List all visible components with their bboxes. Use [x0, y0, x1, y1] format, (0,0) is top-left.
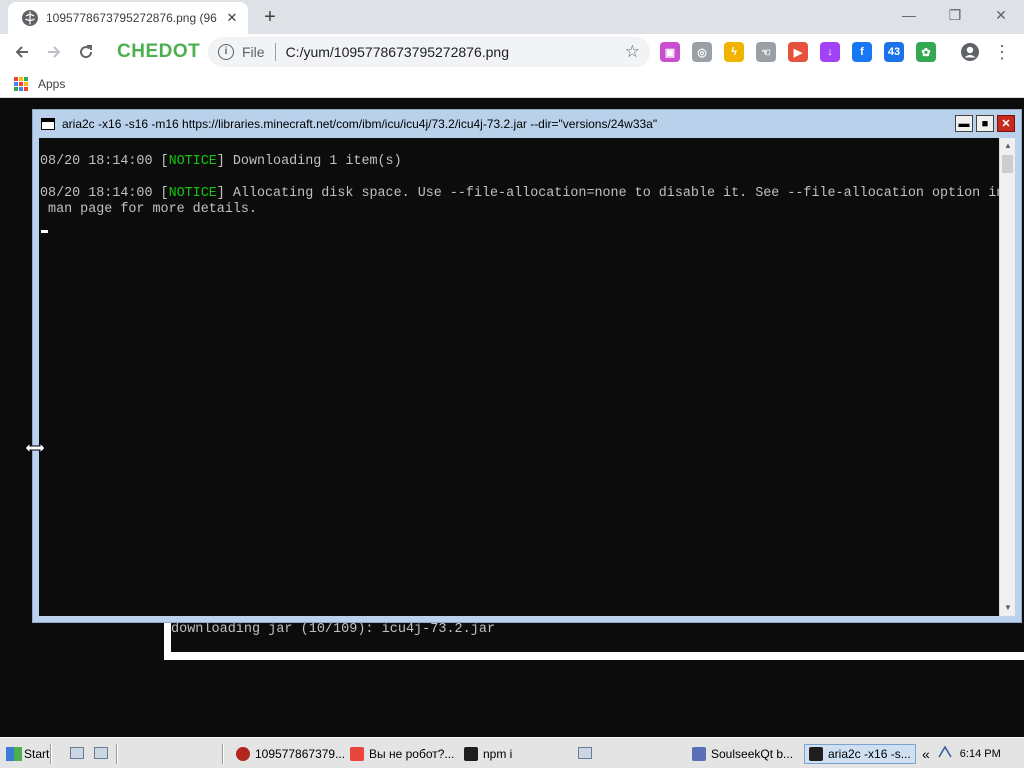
scroll-down-arrow-icon[interactable]: ▼ — [1000, 600, 1016, 616]
network-icon[interactable] — [938, 745, 952, 763]
browser-brand-logo: CHEDOT — [117, 41, 201, 62]
background-console-body: downloading jar (10/109): icu4j-73.2.jar — [171, 620, 1024, 652]
console-close-button[interactable]: ✕ — [997, 115, 1015, 132]
globe-icon — [22, 10, 38, 26]
taskbar-item-browser[interactable]: 109577867379... — [236, 744, 345, 764]
taskbar-item-label: aria2c -x16 -s... — [828, 747, 911, 761]
window-restore-button[interactable]: ❐ — [932, 0, 978, 30]
profile-avatar-icon[interactable] — [958, 40, 982, 64]
tab-close-icon[interactable]: ✕ — [224, 10, 240, 26]
window-minimize-button[interactable]: — — [886, 0, 932, 30]
tray-expand-icon[interactable]: « — [922, 746, 930, 762]
taskbar-item-label: Вы не робот?... — [369, 747, 455, 761]
start-label: Start — [24, 747, 50, 761]
taskbar-item-label: SoulseekQt b... — [711, 747, 794, 761]
resize-cursor-icon — [24, 441, 46, 455]
taskbar-item-label: npm i — [483, 747, 513, 761]
whatsapp-icon[interactable]: ◎ — [692, 42, 712, 62]
quicklaunch-desktop-icon[interactable] — [94, 747, 108, 759]
console-output[interactable]: 08/20 18:14:00 [NOTICE] Downloading 1 it… — [39, 138, 999, 616]
yandex-app-icon — [350, 747, 364, 761]
console-line: man page for more details. — [40, 202, 257, 217]
quicklaunch-explorer-icon[interactable] — [70, 747, 84, 759]
bookmark-star-icon[interactable]: ☆ — [625, 42, 640, 62]
hand-icon[interactable]: ☜ — [756, 42, 776, 62]
console-scrollbar[interactable]: ▲ ▼ — [999, 138, 1015, 616]
console-maximize-button[interactable]: ■ — [976, 115, 994, 132]
address-scheme: File — [242, 44, 265, 60]
gear-ext-icon[interactable]: ✿ — [916, 42, 936, 62]
console-line: 08/20 18:14:00 [NOTICE] Downloading 1 it… — [40, 154, 402, 169]
new-tab-button[interactable]: + — [258, 6, 282, 30]
taskbar-app-icon[interactable] — [578, 747, 592, 759]
tv-extension-icon[interactable]: ▣ — [660, 42, 680, 62]
info-icon[interactable]: i — [218, 44, 234, 60]
apps-grid-icon[interactable] — [14, 77, 28, 91]
console-app-icon — [809, 747, 823, 761]
console-title: aria2c -x16 -s16 -m16 https://libraries.… — [62, 117, 658, 131]
notice-tag: NOTICE — [168, 154, 217, 169]
counter-icon[interactable]: 43 — [884, 42, 904, 62]
browser-toolbar: CHEDOT i File C:/yum/1095778673795272876… — [0, 34, 1024, 70]
soulseek-app-icon — [692, 747, 706, 761]
tab-title: 1095778673795272876.png (96 — [46, 11, 217, 25]
start-logo-icon — [6, 747, 22, 761]
system-tray: « 6:14 PM — [918, 741, 1024, 767]
messenger-icon[interactable]: ϟ — [724, 42, 744, 62]
taskbar-item-label: 109577867379... — [255, 747, 346, 761]
console-title-bar[interactable]: aria2c -x16 -s16 -m16 https://libraries.… — [33, 110, 1021, 138]
facebook-icon[interactable]: f — [852, 42, 872, 62]
console-cursor — [41, 230, 48, 233]
video-icon[interactable]: ▶ — [788, 42, 808, 62]
background-console-window[interactable]: downloading jar (10/109): icu4j-73.2.jar — [164, 620, 1024, 660]
browser-tab[interactable]: 1095778673795272876.png (96 ✕ — [8, 2, 248, 34]
notice-tag: NOTICE — [168, 186, 217, 201]
window-close-button[interactable]: ✕ — [978, 0, 1024, 30]
reload-icon[interactable] — [74, 40, 98, 64]
taskbar-item-npm[interactable]: npm i — [464, 744, 512, 764]
console-app-icon — [464, 747, 478, 761]
console-app-icon — [41, 118, 55, 130]
forward-arrow-icon[interactable] — [42, 40, 66, 64]
browser-app-icon — [236, 747, 250, 761]
browser-menu-icon[interactable]: ⋮ — [990, 40, 1014, 64]
console-minimize-button[interactable]: ▬ — [955, 115, 973, 132]
apps-bookmark[interactable]: Apps — [38, 77, 65, 91]
console-line: 08/20 18:14:00 [NOTICE] Allocating disk … — [40, 186, 999, 201]
start-button[interactable]: Start — [6, 744, 49, 764]
taskbar-item-soulseek[interactable]: SoulseekQt b... — [692, 744, 793, 764]
address-separator — [274, 43, 276, 61]
taskbar: Start 109577867379... Вы не робот?... np… — [0, 737, 1024, 768]
taskbar-clock: 6:14 PM — [959, 748, 1001, 760]
address-url[interactable]: C:/yum/1095778673795272876.png — [286, 44, 625, 60]
tab-strip: 1095778673795272876.png (96 ✕ + — ❐ ✕ — [0, 0, 1024, 34]
address-bar[interactable]: i File C:/yum/1095778673795272876.png ☆ — [208, 37, 650, 67]
background-console-line: downloading jar (10/109): icu4j-73.2.jar — [171, 622, 496, 637]
taskbar-divider — [50, 744, 52, 764]
bookmarks-bar: Apps — [0, 70, 1024, 98]
taskbar-divider — [116, 744, 118, 764]
taskbar-divider — [222, 744, 224, 764]
page-viewport: downloading jar (10/109): icu4j-73.2.jar… — [0, 103, 1024, 737]
download-icon[interactable]: ↓ — [820, 42, 840, 62]
scroll-thumb[interactable] — [1002, 155, 1013, 173]
taskbar-item-aria2c[interactable]: aria2c -x16 -s... — [804, 744, 916, 764]
scroll-up-arrow-icon[interactable]: ▲ — [1000, 138, 1016, 154]
taskbar-item-yandex[interactable]: Вы не робот?... — [350, 744, 454, 764]
console-window[interactable]: aria2c -x16 -s16 -m16 https://libraries.… — [32, 109, 1022, 623]
back-arrow-icon[interactable] — [10, 40, 34, 64]
